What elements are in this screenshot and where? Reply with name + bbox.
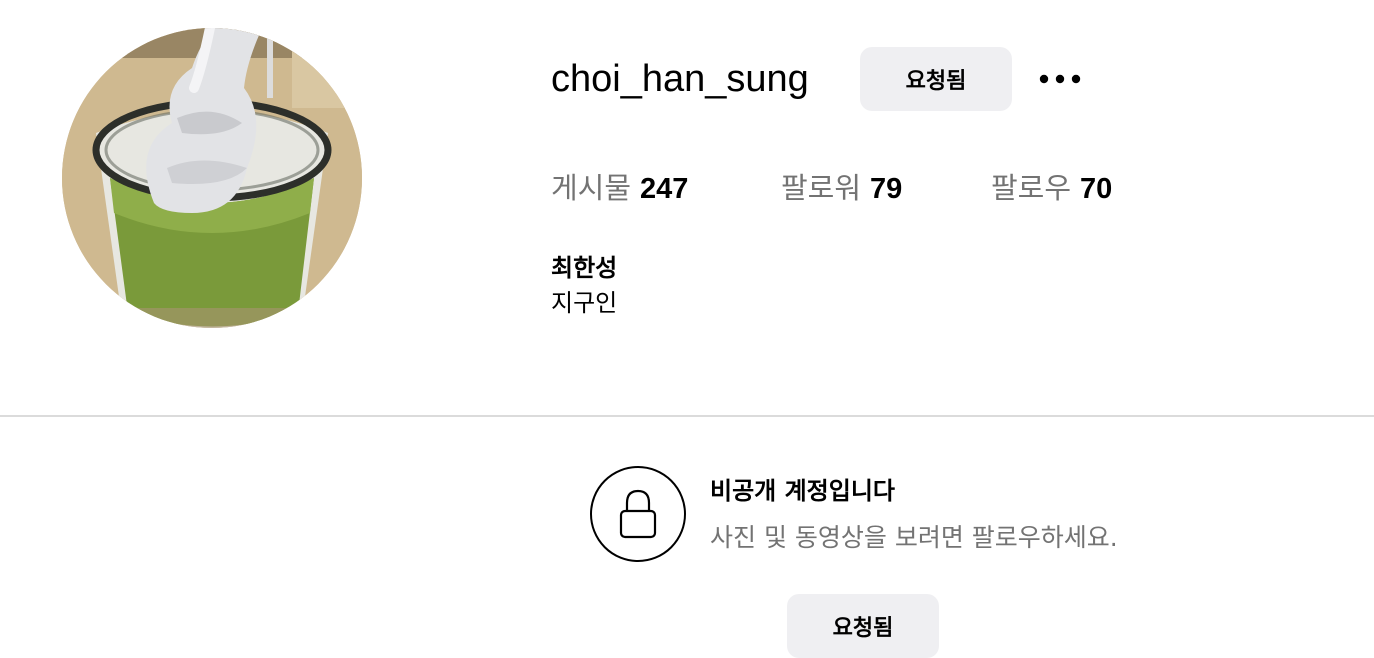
private-account-title: 비공개 계정입니다 — [710, 477, 895, 505]
following-stat[interactable]: 팔로우 70 — [991, 168, 1112, 209]
profile-page: choi_han_sung 요청됨 게시물 247 팔로워 79 팔로우 70 최한성… — [0, 0, 1374, 658]
requested-button[interactable]: 요청됨 — [860, 47, 1012, 111]
following-count: 70 — [1080, 173, 1113, 205]
following-label: 팔로우 — [991, 171, 1072, 205]
profile-bio: 지구인 — [551, 289, 618, 317]
requested-button-bottom[interactable]: 요청됨 — [787, 594, 939, 658]
profile-full-name: 최한성 — [551, 254, 618, 282]
followers-count: 79 — [870, 173, 903, 205]
followers-label: 팔로워 — [781, 171, 862, 205]
posts-count: 247 — [640, 173, 689, 205]
posts-stat: 게시물 247 — [551, 168, 688, 209]
avatar-image — [62, 28, 362, 328]
private-account-subtitle: 사진 및 동영상을 보려면 팔로우하세요. — [710, 523, 1118, 552]
posts-label: 게시물 — [551, 171, 632, 205]
followers-stat[interactable]: 팔로워 79 — [781, 168, 902, 209]
profile-avatar[interactable] — [62, 28, 362, 328]
lock-icon — [619, 489, 657, 539]
lock-icon-circle — [590, 466, 686, 562]
ellipsis-icon[interactable] — [1036, 66, 1084, 92]
profile-username: choi_han_sung — [551, 58, 809, 100]
section-divider — [0, 415, 1374, 417]
